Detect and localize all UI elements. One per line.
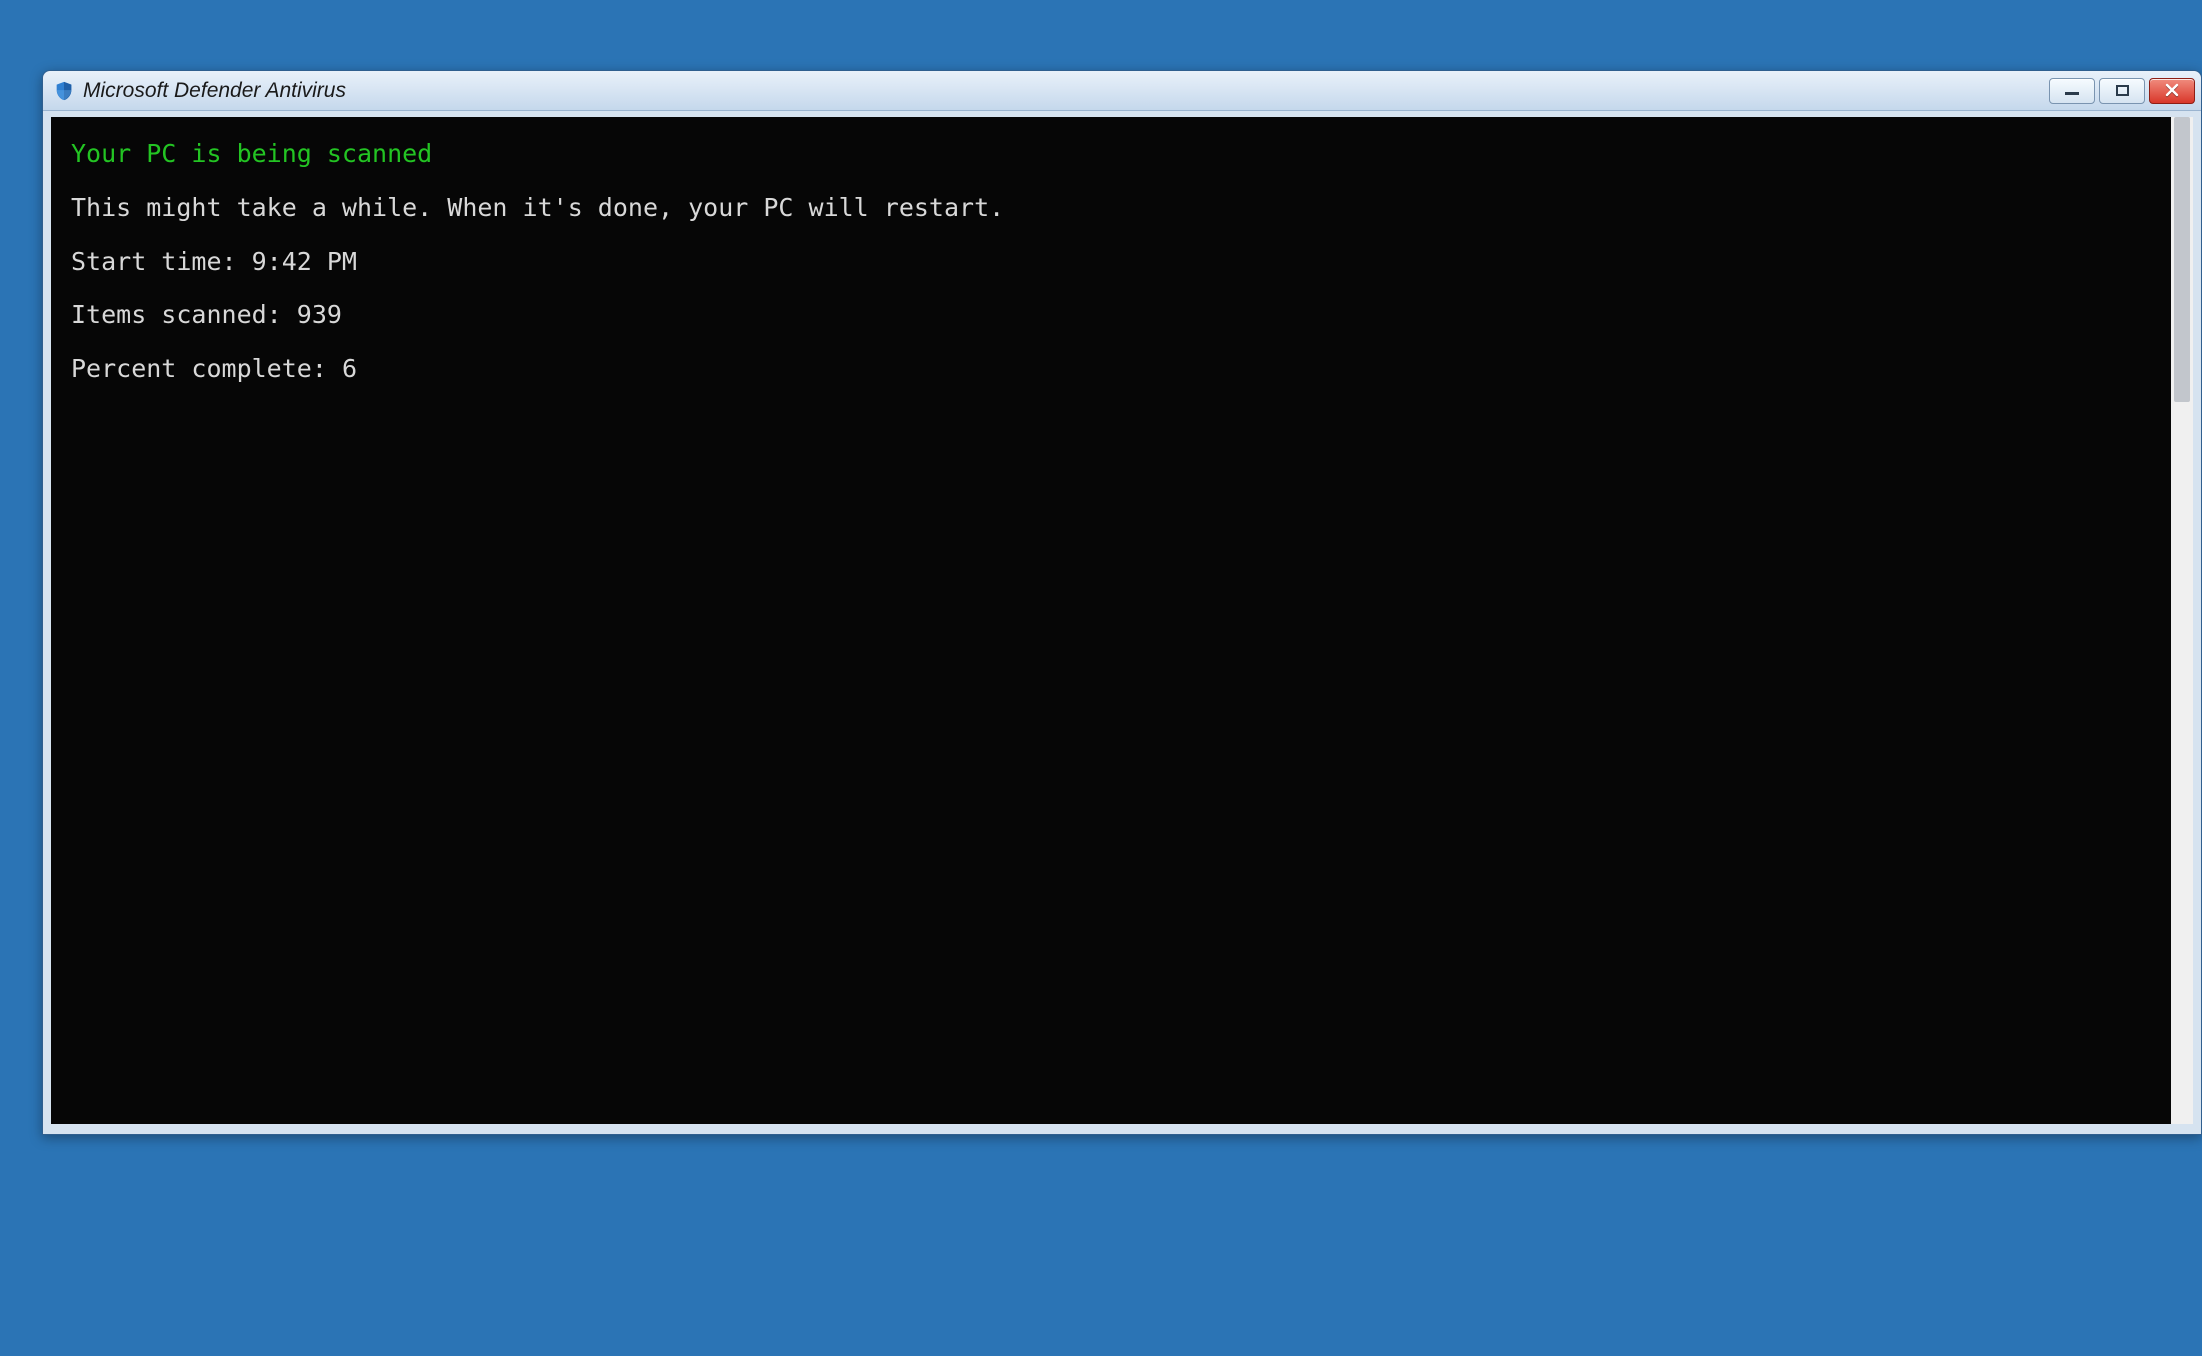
close-button[interactable] [2149, 78, 2195, 104]
start-time-line: Start time: 9:42 PM [71, 245, 2151, 279]
percent-complete-label: Percent complete: [71, 354, 342, 383]
close-icon [2165, 83, 2179, 99]
scrollbar-track[interactable] [2171, 117, 2193, 1124]
percent-complete-line: Percent complete: 6 [71, 352, 2151, 386]
window-controls [2049, 78, 2195, 104]
items-scanned-value: 939 [297, 300, 342, 329]
start-time-value: 9:42 PM [252, 247, 357, 276]
client-area: Your PC is being scanned This might take … [43, 111, 2201, 1134]
titlebar-left: Microsoft Defender Antivirus [53, 79, 2049, 103]
app-window: Microsoft Defender Antivirus Your PC is … [42, 70, 2202, 1135]
titlebar[interactable]: Microsoft Defender Antivirus [43, 71, 2201, 111]
shield-icon [53, 80, 75, 102]
vertical-scrollbar[interactable] [2171, 117, 2193, 1124]
console-output: Your PC is being scanned This might take … [51, 117, 2171, 1124]
scan-headline: Your PC is being scanned [71, 137, 2151, 171]
maximize-button[interactable] [2099, 78, 2145, 104]
minimize-icon [2065, 92, 2079, 95]
items-scanned-line: Items scanned: 939 [71, 298, 2151, 332]
maximize-icon [2116, 85, 2129, 96]
minimize-button[interactable] [2049, 78, 2095, 104]
window-title: Microsoft Defender Antivirus [83, 79, 346, 103]
scan-description: This might take a while. When it's done,… [71, 191, 2151, 225]
scrollbar-thumb[interactable] [2174, 117, 2190, 402]
start-time-label: Start time: [71, 247, 252, 276]
percent-complete-value: 6 [342, 354, 357, 383]
console-wrap: Your PC is being scanned This might take … [51, 117, 2193, 1124]
items-scanned-label: Items scanned: [71, 300, 297, 329]
